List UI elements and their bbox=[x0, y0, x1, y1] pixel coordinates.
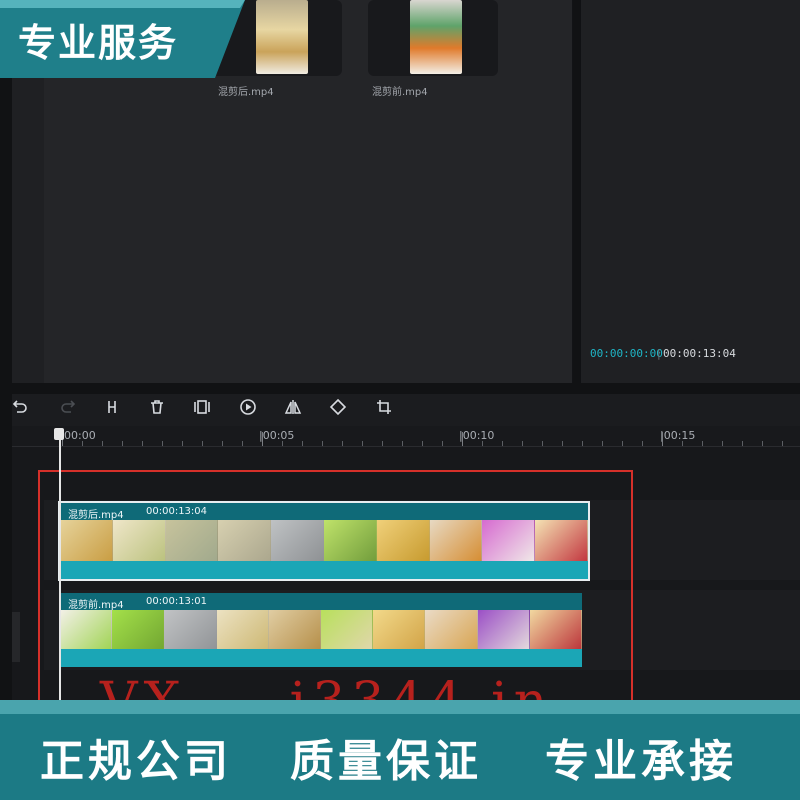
ruler-tick bbox=[702, 441, 703, 446]
ruler-tick bbox=[122, 441, 123, 446]
ruler-tick bbox=[542, 441, 543, 446]
ruler-tick bbox=[222, 441, 223, 446]
ruler-tick bbox=[762, 441, 763, 446]
ruler-tick bbox=[162, 441, 163, 446]
ruler-tick bbox=[142, 441, 143, 446]
ruler-tick bbox=[322, 441, 323, 446]
freeze-icon[interactable] bbox=[190, 398, 214, 422]
ruler-tick bbox=[382, 441, 383, 446]
ruler-tick bbox=[742, 441, 743, 446]
delete-icon[interactable] bbox=[145, 398, 169, 422]
media-thumbnail bbox=[256, 0, 308, 74]
ruler-tick bbox=[422, 441, 423, 446]
crop-icon[interactable] bbox=[372, 398, 396, 422]
bottom-banner-item: 质量保证 bbox=[290, 736, 482, 787]
media-thumbnail bbox=[410, 0, 462, 74]
ruler-tick bbox=[362, 441, 363, 446]
ruler-tick bbox=[462, 432, 463, 446]
ruler-tick bbox=[82, 441, 83, 446]
ruler-tick bbox=[642, 441, 643, 446]
ruler-tick bbox=[302, 441, 303, 446]
ruler-label: |00:10 bbox=[459, 429, 495, 442]
ruler-tick bbox=[662, 432, 663, 446]
top-banner-text: 专业服务 bbox=[18, 21, 179, 65]
ruler-tick bbox=[442, 441, 443, 446]
ruler-tick bbox=[282, 441, 283, 446]
bottom-banner-item: 正规公司 bbox=[40, 736, 232, 787]
ruler-tick bbox=[562, 441, 563, 446]
redo-icon[interactable] bbox=[56, 398, 80, 422]
ruler-tick bbox=[342, 441, 343, 446]
ruler-tick bbox=[602, 441, 603, 446]
media-item-label: 混剪后.mp4 bbox=[218, 87, 274, 98]
playhead-handle[interactable] bbox=[54, 428, 64, 440]
mirror-icon[interactable] bbox=[281, 398, 305, 422]
ruler-tick bbox=[682, 441, 683, 446]
media-item-label: 混剪前.mp4 bbox=[372, 87, 428, 98]
preview-panel bbox=[580, 0, 800, 383]
ruler-label: |00:15 bbox=[660, 429, 696, 442]
ruler-tick bbox=[622, 441, 623, 446]
total-timecode: 00:00:13:04 bbox=[663, 347, 736, 360]
ruler-tick bbox=[522, 441, 523, 446]
ruler-label: |00:05 bbox=[259, 429, 295, 442]
current-timecode: 00:00:00:00 bbox=[590, 347, 663, 360]
track-side-handle[interactable] bbox=[12, 612, 20, 662]
ruler-tick bbox=[482, 441, 483, 446]
ruler-tick bbox=[782, 441, 783, 446]
rotate-icon[interactable] bbox=[326, 398, 350, 422]
ruler-tick bbox=[402, 441, 403, 446]
ruler-tick bbox=[502, 441, 503, 446]
play-icon[interactable] bbox=[236, 398, 260, 422]
ruler-tick bbox=[202, 441, 203, 446]
bottom-banner-stripe bbox=[0, 700, 800, 714]
undo-icon[interactable] bbox=[8, 398, 32, 422]
ruler-tick bbox=[722, 441, 723, 446]
media-item-before[interactable] bbox=[368, 0, 498, 76]
ruler-tick bbox=[262, 432, 263, 446]
ruler-tick bbox=[582, 441, 583, 446]
timeline-toolbar bbox=[12, 394, 800, 426]
ruler-tick bbox=[242, 441, 243, 446]
ruler-tick bbox=[182, 441, 183, 446]
ruler-tick bbox=[102, 441, 103, 446]
ruler-label: 00:00 bbox=[64, 429, 96, 442]
timecode-separator: | bbox=[657, 347, 661, 360]
bottom-banner-item: 专业承接 bbox=[545, 736, 737, 787]
split-icon[interactable] bbox=[100, 398, 124, 422]
